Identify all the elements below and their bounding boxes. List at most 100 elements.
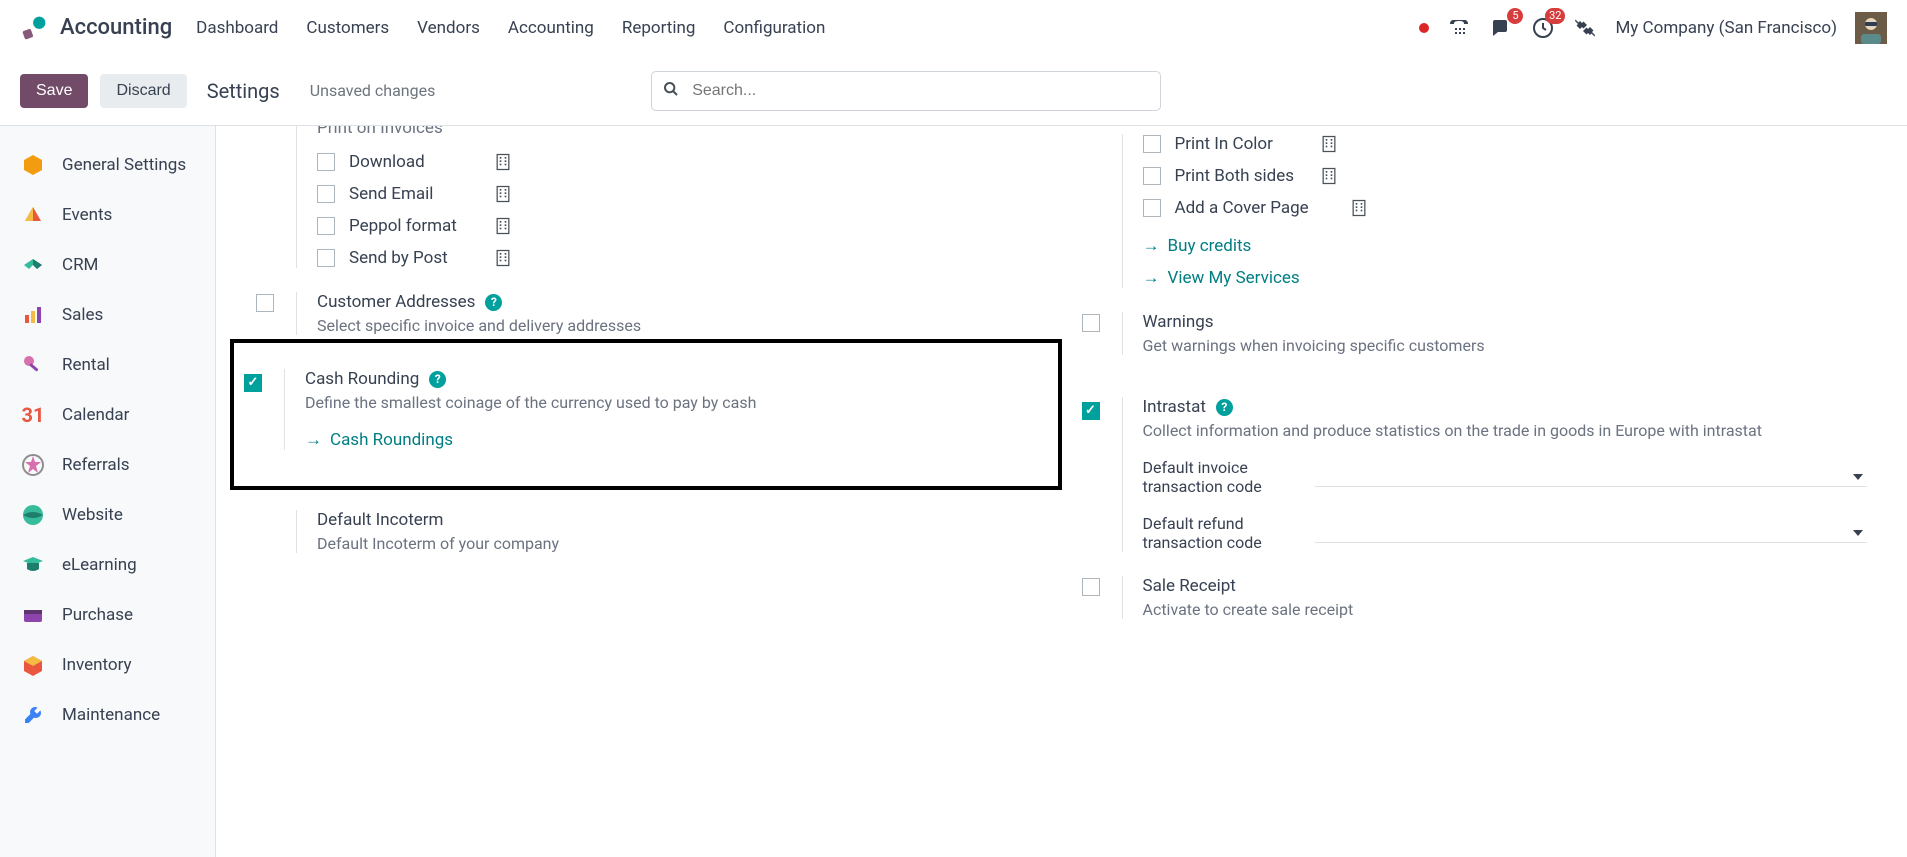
setting-warnings: Warnings Get warnings when invoicing spe… bbox=[1082, 292, 1868, 359]
checkbox-sale-receipt[interactable] bbox=[1082, 578, 1100, 596]
building-icon[interactable] bbox=[493, 216, 513, 236]
sidebar-item-inventory[interactable]: Inventory bbox=[0, 640, 215, 690]
sidebar-label: CRM bbox=[62, 255, 98, 275]
title-warnings: Warnings bbox=[1143, 312, 1214, 332]
debug-icon[interactable] bbox=[1573, 16, 1597, 40]
building-icon[interactable] bbox=[1319, 166, 1339, 186]
sidebar-label: eLearning bbox=[62, 555, 137, 575]
option-send-post: Send by Post bbox=[317, 248, 1042, 268]
label-download: Download bbox=[349, 152, 479, 172]
company-switcher[interactable]: My Company (San Francisco) bbox=[1615, 18, 1837, 38]
menu-configuration[interactable]: Configuration bbox=[723, 18, 825, 38]
menu-vendors[interactable]: Vendors bbox=[417, 18, 480, 38]
search-icon bbox=[663, 81, 679, 101]
sidebar-label: Website bbox=[62, 505, 123, 525]
sidebar-item-general[interactable]: General Settings bbox=[0, 140, 215, 190]
events-icon bbox=[20, 202, 46, 228]
setting-cash-rounding: Cash Rounding ? Define the smallest coin… bbox=[230, 339, 1062, 490]
label-peppol: Peppol format bbox=[349, 216, 479, 236]
checkbox-cover-page[interactable] bbox=[1143, 199, 1161, 217]
building-icon[interactable] bbox=[493, 248, 513, 268]
sidebar-label: Rental bbox=[62, 355, 110, 375]
caret-down-icon bbox=[1853, 530, 1863, 536]
checkbox-print-both[interactable] bbox=[1143, 167, 1161, 185]
checkbox-warnings[interactable] bbox=[1082, 314, 1100, 332]
building-icon[interactable] bbox=[493, 152, 513, 172]
sidebar-item-calendar[interactable]: 31 Calendar bbox=[0, 390, 215, 440]
menu-dashboard[interactable]: Dashboard bbox=[196, 18, 278, 38]
building-icon[interactable] bbox=[1349, 198, 1369, 218]
checkbox-download[interactable] bbox=[317, 153, 335, 171]
desc-cash-rounding: Define the smallest coinage of the curre… bbox=[305, 393, 1042, 412]
label-print-both: Print Both sides bbox=[1175, 166, 1305, 186]
checkbox-peppol[interactable] bbox=[317, 217, 335, 235]
arrow-right-icon: → bbox=[1143, 236, 1160, 256]
sidebar-item-website[interactable]: Website bbox=[0, 490, 215, 540]
menu-accounting[interactable]: Accounting bbox=[508, 18, 594, 38]
sales-icon bbox=[20, 302, 46, 328]
checkbox-cash-rounding[interactable] bbox=[244, 374, 262, 392]
inventory-icon bbox=[20, 652, 46, 678]
option-cover-page: Add a Cover Page bbox=[1143, 198, 1868, 218]
recording-indicator-icon[interactable] bbox=[1419, 23, 1429, 33]
sidebar-item-elearning[interactable]: eLearning bbox=[0, 540, 215, 590]
voip-icon[interactable] bbox=[1447, 16, 1471, 40]
search-input[interactable] bbox=[651, 71, 1161, 111]
checkbox-intrastat[interactable] bbox=[1082, 402, 1100, 420]
sidebar-item-sales[interactable]: Sales bbox=[0, 290, 215, 340]
building-icon[interactable] bbox=[1319, 134, 1339, 154]
checkbox-print-color[interactable] bbox=[1143, 135, 1161, 153]
unsaved-indicator: Unsaved changes bbox=[310, 81, 436, 100]
field-invoice-transaction-code: Default invoice transaction code bbox=[1143, 458, 1868, 496]
menu-customers[interactable]: Customers bbox=[306, 18, 389, 38]
messages-icon[interactable]: 5 bbox=[1489, 16, 1513, 40]
referrals-icon bbox=[20, 452, 46, 478]
sidebar-item-crm[interactable]: CRM bbox=[0, 240, 215, 290]
building-icon[interactable] bbox=[493, 184, 513, 204]
purchase-icon bbox=[20, 602, 46, 628]
setting-default-incoterm: Default Incoterm Default Incoterm of you… bbox=[256, 490, 1042, 557]
desc-intrastat: Collect information and produce statisti… bbox=[1143, 421, 1868, 440]
help-icon[interactable]: ? bbox=[1216, 399, 1233, 416]
select-refund-code[interactable] bbox=[1315, 524, 1868, 543]
link-label: View My Services bbox=[1168, 268, 1300, 288]
settings-layout: General Settings Events CRM Sales Rental… bbox=[0, 126, 1907, 857]
calendar-icon: 31 bbox=[20, 402, 46, 428]
help-icon[interactable]: ? bbox=[485, 294, 502, 311]
save-button[interactable]: Save bbox=[20, 74, 88, 108]
sidebar-item-maintenance[interactable]: Maintenance bbox=[0, 690, 215, 740]
discard-button[interactable]: Discard bbox=[100, 74, 186, 108]
settings-content[interactable]: Print on Invoices Download Send Email bbox=[216, 126, 1907, 857]
option-print-both: Print Both sides bbox=[1143, 166, 1868, 186]
desc-sale-receipt: Activate to create sale receipt bbox=[1143, 600, 1868, 619]
systray: 5 32 My Company (San Francisco) bbox=[1419, 12, 1887, 44]
option-send-email: Send Email bbox=[317, 184, 1042, 204]
menu-reporting[interactable]: Reporting bbox=[622, 18, 696, 38]
sidebar-item-purchase[interactable]: Purchase bbox=[0, 590, 215, 640]
sidebar-label: Calendar bbox=[62, 405, 129, 425]
checkbox-send-email[interactable] bbox=[317, 185, 335, 203]
select-invoice-code[interactable] bbox=[1315, 468, 1868, 487]
sidebar-label: Purchase bbox=[62, 605, 133, 625]
sidebar-item-rental[interactable]: Rental bbox=[0, 340, 215, 390]
activities-icon[interactable]: 32 bbox=[1531, 16, 1555, 40]
help-icon[interactable]: ? bbox=[429, 371, 446, 388]
checkbox-send-post[interactable] bbox=[317, 249, 335, 267]
link-view-services[interactable]: → View My Services bbox=[1143, 268, 1868, 288]
title-sale-receipt: Sale Receipt bbox=[1143, 576, 1236, 596]
partial-heading: Print on Invoices bbox=[317, 126, 1042, 138]
sidebar-item-referrals[interactable]: Referrals bbox=[0, 440, 215, 490]
user-avatar[interactable] bbox=[1855, 12, 1887, 44]
link-cash-roundings[interactable]: → Cash Roundings bbox=[305, 430, 453, 450]
elearning-icon bbox=[20, 552, 46, 578]
main-menu: Dashboard Customers Vendors Accounting R… bbox=[196, 18, 825, 38]
messages-badge: 5 bbox=[1507, 8, 1523, 24]
activities-badge: 32 bbox=[1545, 8, 1565, 24]
app-logo[interactable] bbox=[20, 14, 48, 42]
arrow-right-icon: → bbox=[1143, 268, 1160, 288]
sidebar-item-events[interactable]: Events bbox=[0, 190, 215, 240]
app-name[interactable]: Accounting bbox=[60, 15, 172, 40]
link-buy-credits[interactable]: → Buy credits bbox=[1143, 236, 1868, 256]
rental-icon bbox=[20, 352, 46, 378]
checkbox-customer-addresses[interactable] bbox=[256, 294, 274, 312]
